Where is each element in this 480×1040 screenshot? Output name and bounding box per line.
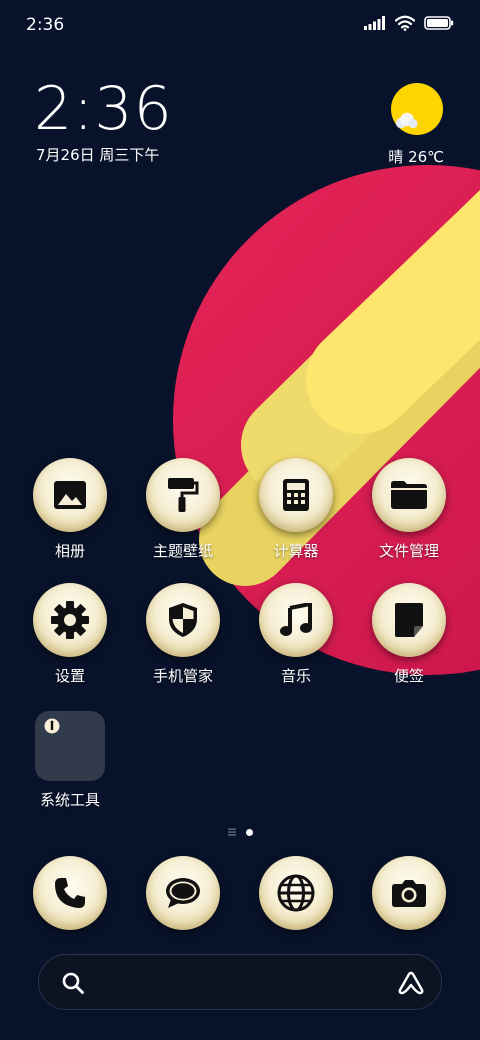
note-icon xyxy=(395,603,423,637)
gallery-icon xyxy=(54,481,86,509)
app-label: 计算器 xyxy=(273,542,319,560)
search-bar[interactable] xyxy=(38,954,442,1010)
app-calculator[interactable]: 计算器 xyxy=(241,458,351,561)
status-bar: 2:36 xyxy=(0,0,480,50)
camera-icon xyxy=(392,880,426,907)
signal-icon xyxy=(364,16,385,30)
search-icon[interactable] xyxy=(61,971,85,995)
dock-phone[interactable] xyxy=(15,856,125,930)
dock-browser[interactable] xyxy=(241,856,351,930)
shield-icon xyxy=(169,603,197,637)
message-icon xyxy=(166,878,200,908)
dock-messages[interactable] xyxy=(128,856,238,930)
weather-widget[interactable]: 晴 26℃ xyxy=(388,82,444,167)
clock-time: 2:36 xyxy=(34,74,173,144)
app-settings[interactable]: 设置 xyxy=(15,583,125,686)
app-label: 手机管家 xyxy=(152,667,213,685)
paint-roller-icon xyxy=(168,478,199,512)
wifi-icon xyxy=(395,15,415,31)
app-music[interactable]: 音乐 xyxy=(241,583,351,686)
app-label: 音乐 xyxy=(280,667,311,685)
music-note-icon xyxy=(280,603,312,636)
page-menu-icon xyxy=(227,828,236,836)
status-icons xyxy=(364,15,454,31)
status-time: 2:36 xyxy=(26,15,65,35)
clock-date: 7月26日 周三下午 xyxy=(36,146,160,164)
assistant-icon[interactable] xyxy=(397,970,425,996)
weather-text: 晴 26℃ xyxy=(388,148,444,166)
app-label: 便签 xyxy=(393,667,424,685)
dock-camera[interactable] xyxy=(354,856,464,930)
calculator-icon xyxy=(283,479,309,511)
phone-icon xyxy=(55,878,85,908)
mini-app-icon xyxy=(44,718,60,734)
sunny-cloud-icon xyxy=(390,82,444,136)
system-tools-folder-icon xyxy=(35,711,105,781)
gear-icon xyxy=(51,601,89,639)
page-indicator[interactable] xyxy=(0,828,480,836)
browser-globe-icon xyxy=(277,874,315,912)
app-label: 设置 xyxy=(54,667,85,685)
app-notes[interactable]: 便签 xyxy=(354,583,464,686)
app-file-manager[interactable]: 文件管理 xyxy=(354,458,464,561)
app-label: 文件管理 xyxy=(378,542,439,560)
app-themes[interactable]: 主题壁纸 xyxy=(128,458,238,561)
app-gallery[interactable]: 相册 xyxy=(15,458,125,561)
app-phone-manager[interactable]: 手机管家 xyxy=(128,583,238,686)
app-label: 主题壁纸 xyxy=(152,542,213,560)
folder-system-tools[interactable]: 系统工具 xyxy=(15,711,125,810)
app-label: 相册 xyxy=(54,542,85,560)
battery-icon xyxy=(424,16,454,30)
clock-widget[interactable]: 2:36 7月26日 周三下午 xyxy=(34,76,173,165)
page-dot-active xyxy=(245,828,253,836)
app-label: 系统工具 xyxy=(39,791,100,809)
folder-icon xyxy=(391,481,427,509)
